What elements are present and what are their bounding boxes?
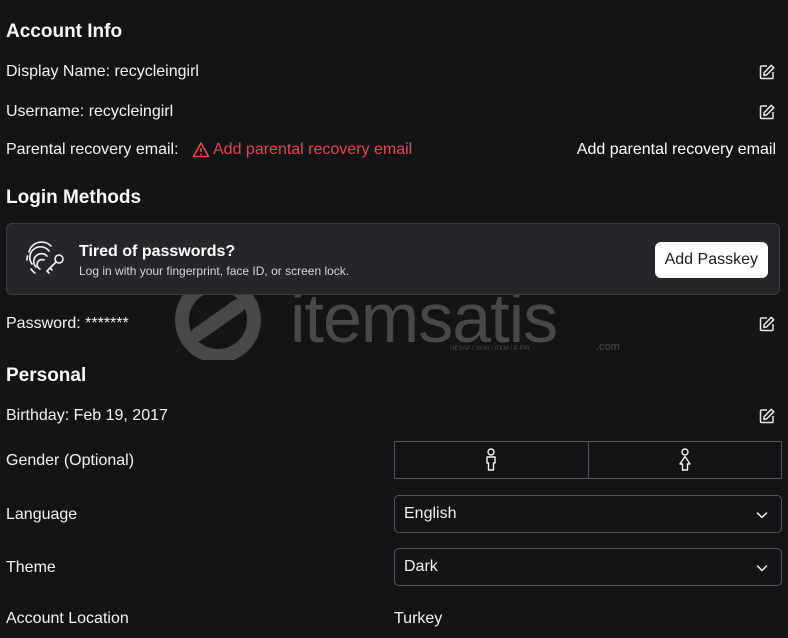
username-text: Username: recycleingirl [6, 103, 174, 120]
language-select[interactable]: English [394, 495, 782, 533]
fingerprint-key-icon [23, 238, 67, 278]
watermark-suffix: .com [596, 341, 620, 353]
account-location-label: Account Location [6, 610, 129, 627]
account-info-heading: Account Info [6, 21, 123, 42]
edit-display-name-button[interactable] [758, 63, 776, 81]
edit-icon [759, 408, 775, 424]
account-location-value: Turkey [394, 610, 443, 627]
gender-female-option[interactable] [587, 442, 782, 478]
language-value: English [404, 505, 457, 522]
edit-icon [759, 104, 775, 120]
login-methods-heading: Login Methods [6, 187, 142, 208]
add-parental-email-button[interactable]: Add parental recovery email [577, 140, 776, 160]
chevron-down-icon [755, 508, 769, 522]
language-label: Language [6, 506, 78, 523]
password-text: Password: ******* [6, 315, 129, 332]
edit-username-button[interactable] [758, 103, 776, 121]
parental-email-warning[interactable]: Add parental recovery email [192, 140, 412, 160]
gender-male-option[interactable] [395, 442, 588, 478]
female-icon [679, 448, 691, 471]
warning-triangle-icon [192, 142, 210, 158]
passkey-subtitle: Log in with your fingerprint, face ID, o… [79, 264, 350, 278]
birthday-text: Birthday: Feb 19, 2017 [6, 407, 168, 424]
chevron-down-icon [755, 561, 769, 575]
edit-icon [759, 316, 775, 332]
edit-password-button[interactable] [758, 315, 776, 333]
theme-label: Theme [6, 559, 56, 576]
parental-email-warning-text: Add parental recovery email [213, 141, 413, 158]
parental-email-label: Parental recovery email: [6, 141, 179, 158]
theme-value: Dark [404, 558, 438, 575]
male-icon [486, 448, 496, 471]
passkey-card: Tired of passwords? Log in with your fin… [6, 223, 780, 295]
display-name-text: Display Name: recycleingirl [6, 63, 199, 80]
theme-select[interactable]: Dark [394, 548, 782, 586]
personal-heading: Personal [6, 365, 87, 386]
gender-selector [394, 441, 782, 479]
watermark-tagline: HESAP / SKIN / ITEM / E-PIN [450, 346, 530, 352]
edit-birthday-button[interactable] [758, 407, 776, 425]
add-passkey-button[interactable]: Add Passkey [654, 242, 768, 278]
edit-icon [759, 64, 775, 80]
gender-label: Gender (Optional) [6, 452, 135, 469]
passkey-title: Tired of passwords? [79, 243, 236, 260]
